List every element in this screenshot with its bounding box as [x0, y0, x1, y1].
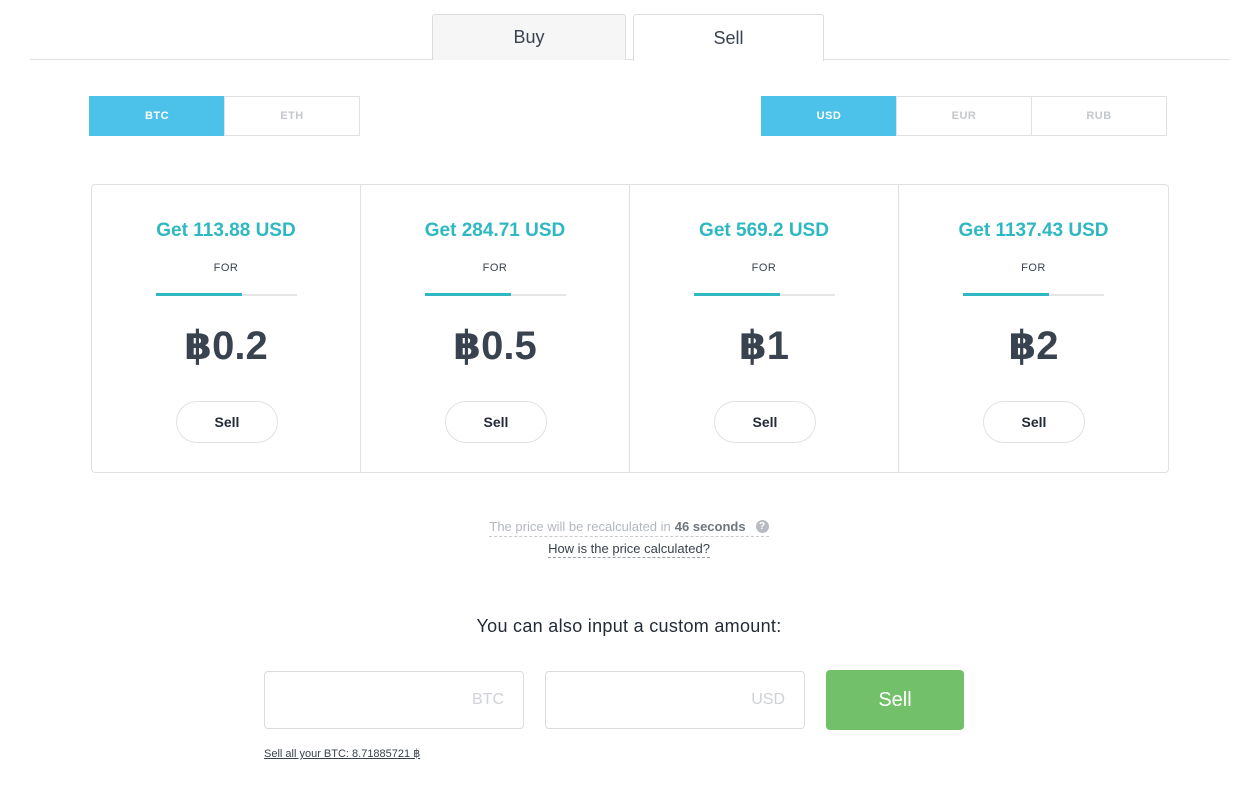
offer-cards: Get 113.88 USD FOR ฿0.2 Sell Get 284.71 … [91, 184, 1169, 473]
offer-sell-button[interactable]: Sell [714, 401, 816, 443]
how-price-calculated-link[interactable]: How is the price calculated? [548, 541, 710, 558]
offer-divider [963, 293, 1104, 296]
usd-amount-input[interactable] [546, 672, 804, 728]
offer-divider [425, 293, 566, 296]
offer-for-label: FOR [482, 262, 508, 274]
price-recalc-notice: The price will be recalculated in 46 sec… [0, 519, 1258, 537]
offer-sell-button[interactable]: Sell [445, 401, 547, 443]
offer-btc-amount: ฿0.5 [453, 324, 537, 368]
help-icon[interactable]: ? [755, 520, 769, 533]
offer-for-label: FOR [1021, 262, 1046, 274]
recalc-countdown: 46 seconds [674, 519, 746, 534]
offer-get-amount: Get 569.2 USD [699, 220, 829, 241]
offer-card: Get 569.2 USD FOR ฿1 Sell [630, 185, 899, 472]
custom-sell-button[interactable]: Sell [826, 670, 964, 730]
btc-amount-input[interactable] [265, 672, 523, 728]
custom-amount-title: You can also input a custom amount: [476, 616, 782, 636]
crypto-selector: BTC ETH [89, 96, 360, 136]
offer-btc-amount: ฿0.2 [184, 324, 268, 368]
offer-sell-button[interactable]: Sell [983, 401, 1085, 443]
fiat-selector: USD EUR RUB [761, 96, 1167, 136]
offer-card: Get 1137.43 USD FOR ฿2 Sell [899, 185, 1168, 472]
fiat-option-rub[interactable]: RUB [1031, 96, 1167, 136]
tab-sell[interactable]: Sell [633, 14, 824, 61]
tab-buy[interactable]: Buy [432, 14, 626, 60]
offer-btc-amount: ฿1 [738, 324, 790, 368]
offer-card: Get 113.88 USD FOR ฿0.2 Sell [92, 185, 361, 472]
recalc-text: The price will be recalculated in [489, 519, 671, 534]
crypto-option-btc[interactable]: BTC [89, 96, 225, 136]
sell-all-btc-link[interactable]: Sell all your BTC: 8.71885721 ฿ [264, 747, 420, 760]
offer-get-amount: Get 1137.43 USD [958, 220, 1109, 241]
usd-amount-field [545, 671, 805, 729]
offer-sell-button[interactable]: Sell [176, 401, 278, 443]
offer-get-amount: Get 113.88 USD [156, 220, 296, 241]
offer-for-label: FOR [751, 262, 777, 274]
price-calculation-link: How is the price calculated? [0, 541, 1258, 558]
trade-tabs: Buy Sell [30, 14, 1230, 61]
offer-for-label: FOR [213, 262, 239, 274]
offer-card: Get 284.71 USD FOR ฿0.5 Sell [361, 185, 630, 472]
crypto-option-eth[interactable]: ETH [224, 96, 360, 136]
offer-btc-amount: ฿2 [1008, 324, 1059, 368]
btc-amount-field [264, 671, 524, 729]
fiat-option-usd[interactable]: USD [761, 96, 897, 136]
offer-get-amount: Get 284.71 USD [424, 220, 566, 241]
offer-divider [694, 293, 835, 296]
fiat-option-eur[interactable]: EUR [896, 96, 1032, 136]
offer-divider [156, 293, 297, 296]
